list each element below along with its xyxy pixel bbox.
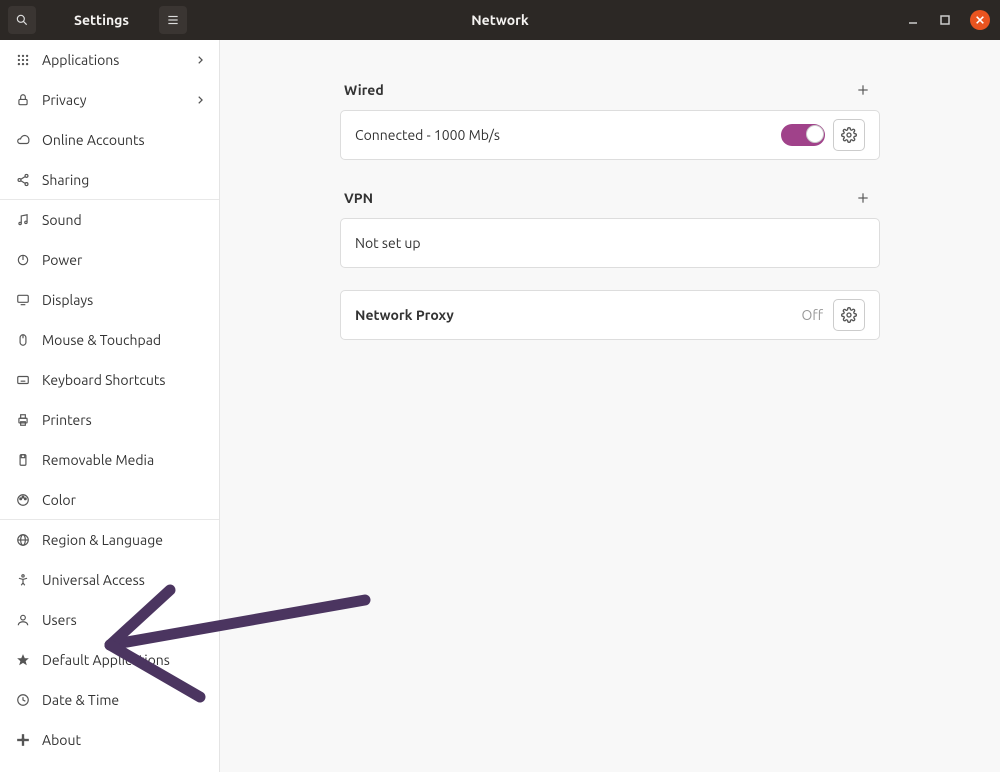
- sidebar-item-label: Color: [42, 492, 76, 508]
- chevron-right-icon: [195, 95, 205, 105]
- sidebar-item-universal-access[interactable]: Universal Access: [0, 560, 219, 600]
- sidebar-item-mouse-touchpad[interactable]: Mouse & Touchpad: [0, 320, 219, 360]
- hamburger-icon: [166, 13, 180, 27]
- wired-settings-button[interactable]: [833, 119, 865, 151]
- sidebar-item-label: Keyboard Shortcuts: [42, 372, 165, 388]
- user-icon: [14, 611, 32, 629]
- plus-icon: [856, 191, 870, 205]
- globe-icon: [14, 531, 32, 549]
- sidebar-item-label: Displays: [42, 292, 93, 308]
- power-icon: [14, 251, 32, 269]
- grid-icon: [14, 51, 32, 69]
- switch-knob: [806, 125, 824, 143]
- sidebar-item-keyboard-shortcuts[interactable]: Keyboard Shortcuts: [0, 360, 219, 400]
- keyboard-icon: [14, 371, 32, 389]
- share-icon: [14, 171, 32, 189]
- wired-title: Wired: [344, 82, 384, 98]
- clock-icon: [14, 691, 32, 709]
- search-button[interactable]: [8, 6, 36, 34]
- gear-icon: [841, 307, 857, 323]
- proxy-title: Network Proxy: [355, 307, 454, 323]
- vpn-status: Not set up: [355, 235, 421, 251]
- display-icon: [14, 291, 32, 309]
- sidebar-item-color[interactable]: Color: [0, 480, 219, 520]
- wired-card: Connected - 1000 Mb/s: [340, 110, 880, 160]
- search-icon: [15, 13, 29, 27]
- sidebar-item-date-time[interactable]: Date & Time: [0, 680, 219, 720]
- lock-icon: [14, 91, 32, 109]
- sidebar-item-label: Applications: [42, 52, 119, 68]
- sidebar-item-label: Mouse & Touchpad: [42, 332, 161, 348]
- sidebar-item-sharing[interactable]: Sharing: [0, 160, 219, 200]
- cloud-icon: [14, 131, 32, 149]
- sidebar-item-applications[interactable]: Applications: [0, 40, 219, 80]
- star-icon: [14, 651, 32, 669]
- vpn-card: Not set up: [340, 218, 880, 268]
- sidebar-item-label: Region & Language: [42, 532, 163, 548]
- hamburger-menu-button[interactable]: [159, 6, 187, 34]
- sidebar-item-label: Printers: [42, 412, 92, 428]
- sidebar-item-label: Date & Time: [42, 692, 119, 708]
- vpn-section-header: VPN: [340, 178, 880, 218]
- window-maximize-button[interactable]: [938, 13, 952, 27]
- sidebar-item-label: Default Applications: [42, 652, 170, 668]
- plus-icon: [856, 83, 870, 97]
- sidebar-item-label: Users: [42, 612, 77, 628]
- palette-icon: [14, 491, 32, 509]
- proxy-value: Off: [801, 307, 823, 323]
- window-close-button[interactable]: [970, 10, 990, 30]
- sidebar: Applications Privacy Online Accounts: [0, 40, 220, 772]
- sidebar-item-sound[interactable]: Sound: [0, 200, 219, 240]
- sidebar-item-label: Online Accounts: [42, 132, 145, 148]
- printer-icon: [14, 411, 32, 429]
- accessibility-icon: [14, 571, 32, 589]
- page-title: Network: [471, 12, 529, 28]
- vpn-add-button[interactable]: [850, 189, 876, 207]
- gear-icon: [841, 127, 857, 143]
- sidebar-item-label: Removable Media: [42, 452, 154, 468]
- sidebar-item-label: Privacy: [42, 92, 86, 108]
- plus-icon: [14, 731, 32, 749]
- wired-status: Connected - 1000 Mb/s: [355, 127, 500, 143]
- wired-switch[interactable]: [781, 124, 825, 146]
- sidebar-item-label: About: [42, 732, 81, 748]
- sidebar-item-privacy[interactable]: Privacy: [0, 80, 219, 120]
- sidebar-item-online-accounts[interactable]: Online Accounts: [0, 120, 219, 160]
- sidebar-item-default-applications[interactable]: Default Applications: [0, 640, 219, 680]
- sidebar-item-about[interactable]: About: [0, 720, 219, 760]
- music-icon: [14, 211, 32, 229]
- sidebar-item-label: Sound: [42, 212, 82, 228]
- sidebar-item-users[interactable]: Users: [0, 600, 219, 640]
- sidebar-item-displays[interactable]: Displays: [0, 280, 219, 320]
- mouse-icon: [14, 331, 32, 349]
- sidebar-item-printers[interactable]: Printers: [0, 400, 219, 440]
- wired-section-header: Wired: [340, 70, 880, 110]
- vpn-title: VPN: [344, 190, 373, 206]
- window-minimize-button[interactable]: [906, 13, 920, 27]
- titlebar: Settings Network: [0, 0, 1000, 40]
- maximize-icon: [939, 14, 951, 26]
- chevron-right-icon: [195, 55, 205, 65]
- proxy-settings-button[interactable]: [833, 299, 865, 331]
- sidebar-item-region-language[interactable]: Region & Language: [0, 520, 219, 560]
- close-icon: [975, 15, 985, 25]
- sidebar-item-label: Power: [42, 252, 82, 268]
- usb-icon: [14, 451, 32, 469]
- wired-add-button[interactable]: [850, 81, 876, 99]
- settings-title: Settings: [44, 12, 159, 28]
- sidebar-item-removable-media[interactable]: Removable Media: [0, 440, 219, 480]
- minimize-icon: [907, 14, 919, 26]
- sidebar-item-power[interactable]: Power: [0, 240, 219, 280]
- sidebar-item-label: Sharing: [42, 172, 89, 188]
- sidebar-item-label: Universal Access: [42, 572, 145, 588]
- proxy-card[interactable]: Network Proxy Off: [340, 290, 880, 340]
- content-area: Wired Connected - 1000 Mb/s: [220, 40, 1000, 772]
